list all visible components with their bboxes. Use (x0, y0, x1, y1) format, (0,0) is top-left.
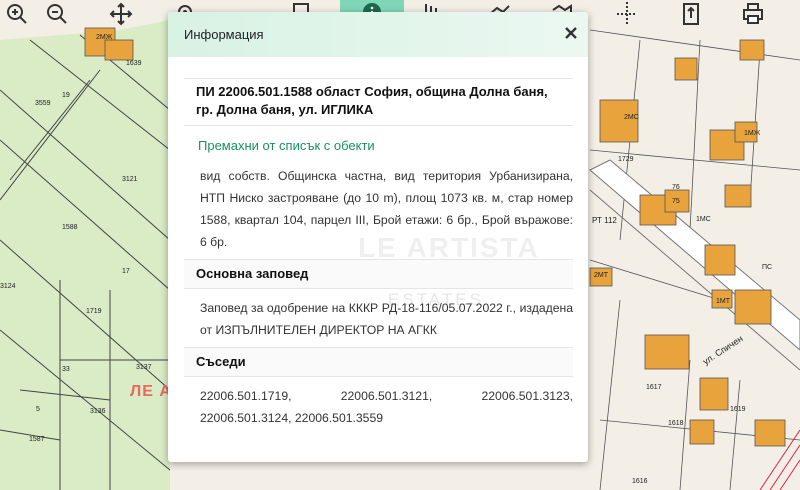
crosshair-icon (617, 2, 637, 24)
pan-button[interactable] (104, 0, 138, 28)
map-parcel-label: 1МТ (716, 298, 730, 305)
neighbor-item: 22006.501.1719, (200, 389, 292, 403)
map-parcel-label: 75 (672, 198, 680, 205)
parcel-details: вид собств. Общинска частна, вид територ… (200, 169, 573, 249)
map-parcel-label: 1639 (126, 60, 142, 67)
neighbors-row: 22006.501.3124, 22006.501.3559 (184, 407, 573, 429)
map-parcel-label: 1616 (632, 478, 648, 485)
neighbor-item: 22006.501.3121, (340, 389, 433, 403)
rt-label: РТ 112 (592, 216, 617, 225)
info-panel-title: Информация (184, 27, 264, 42)
neighbor-item: 22006.501.3124, (200, 411, 292, 425)
map-parcel-label: 1588 (62, 224, 78, 231)
neighbors-row: 22006.501.1719, 22006.501.3121, 22006.50… (184, 385, 573, 407)
map-parcel-label: 17 (122, 268, 130, 275)
map-parcel-label: 3137 (136, 364, 152, 371)
export-icon (683, 3, 699, 25)
map-parcel-label: 1719 (86, 308, 102, 315)
map-parcel-label: 1МС (696, 216, 711, 223)
info-panel: Информация LE ARTISTA THE ART OF ESTATES… (168, 12, 588, 462)
parcel-heading: ПИ 22006.501.1588 област София, община Д… (184, 78, 573, 126)
info-panel-body: ПИ 22006.501.1588 област София, община Д… (184, 78, 573, 429)
map-parcel-label: 1729 (618, 156, 634, 163)
zoom-out-icon (47, 4, 67, 24)
zoom-in-icon (7, 4, 27, 24)
map-parcel-label: 19 (62, 92, 70, 99)
map-parcel-label: 1МЖ (744, 130, 761, 137)
export-button[interactable] (674, 0, 708, 28)
info-panel-header: Информация (168, 12, 588, 57)
map-parcel-label: 3136 (90, 408, 106, 415)
map-parcel-label: ПС (762, 264, 773, 271)
map-parcel-label: 2МС (624, 114, 639, 121)
map-parcel-label: 2МТ (594, 272, 608, 279)
zoom-in-button[interactable] (0, 0, 34, 28)
map-parcel-label: 3559 (35, 100, 51, 107)
map-parcel-label: 1618 (668, 420, 684, 427)
remove-from-list-link[interactable]: Премахни от списък с обекти (198, 138, 573, 153)
close-icon[interactable] (562, 24, 580, 42)
neighbor-item: 22006.501.3123, (481, 389, 574, 403)
map-parcel-label: 1587 (29, 436, 45, 443)
neighbors-list: 22006.501.1719, 22006.501.3121, 22006.50… (184, 385, 573, 429)
map-parcel-label: 76 (672, 184, 680, 191)
map-parcel-label: 1617 (646, 384, 662, 391)
crosshair-button[interactable] (610, 0, 644, 28)
print-button[interactable] (736, 0, 770, 28)
order-heading: Основна заповед (184, 259, 573, 289)
order-text: Заповед за одобрение на КККР РД-18-116/0… (200, 301, 573, 337)
map-parcel-label: 1619 (730, 406, 746, 413)
map-parcel-label: 2МЖ (96, 34, 113, 41)
zoom-out-button[interactable] (40, 0, 74, 28)
pan-icon (109, 2, 133, 26)
map-parcel-label: 3121 (122, 176, 138, 183)
map-parcel-label: 5 (36, 406, 40, 413)
map-parcel-label: 3124 (0, 283, 16, 290)
map-parcel-label: 33 (62, 366, 70, 373)
neighbor-item: 22006.501.3559 (294, 411, 384, 425)
neighbors-heading: Съседи (184, 347, 573, 377)
print-icon (743, 3, 763, 24)
